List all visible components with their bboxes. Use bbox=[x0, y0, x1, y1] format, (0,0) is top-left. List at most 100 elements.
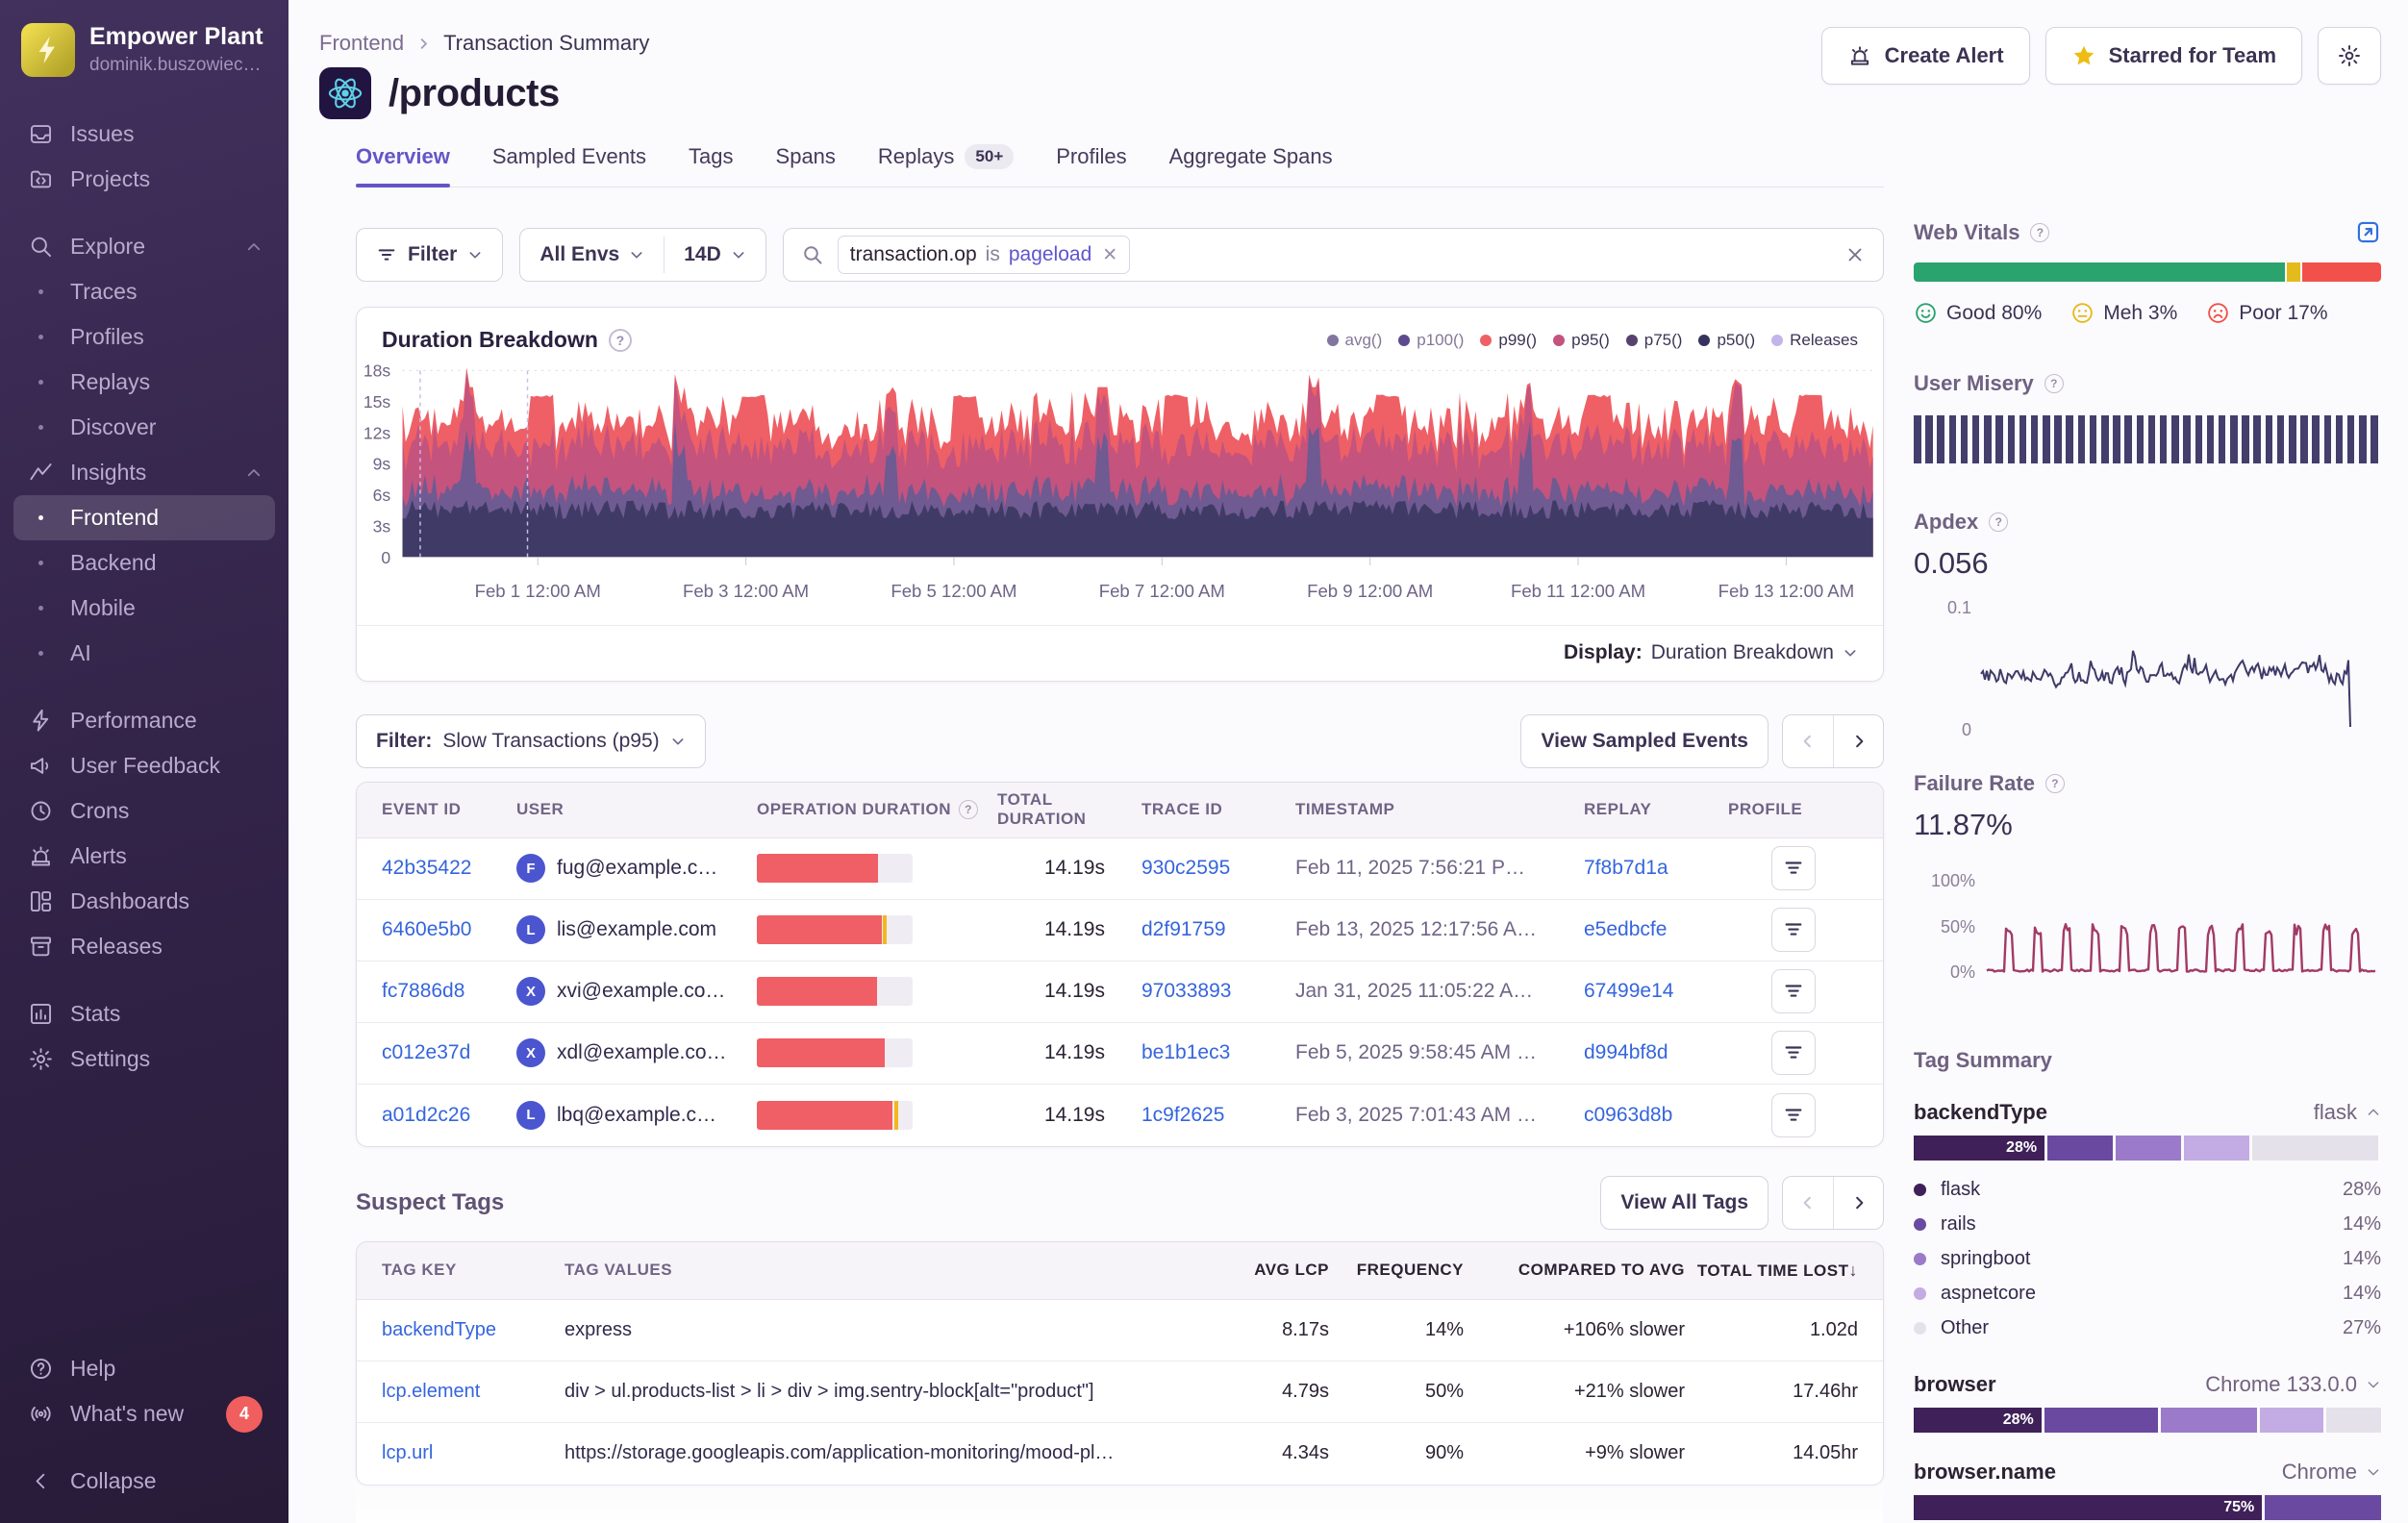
sidebar-item-projects[interactable]: Projects bbox=[13, 157, 275, 202]
tab-replays[interactable]: Replays50+ bbox=[878, 144, 1014, 187]
replay-id-link[interactable]: c0963d8b bbox=[1584, 1104, 1672, 1126]
trace-id-link[interactable]: 930c2595 bbox=[1141, 857, 1230, 879]
create-alert-button[interactable]: Create Alert bbox=[1821, 27, 2030, 85]
tag-selected-value[interactable]: Chrome bbox=[2282, 1460, 2381, 1485]
sidebar-item-collapse[interactable]: Collapse bbox=[13, 1459, 275, 1504]
sidebar-item-user-feedback[interactable]: User Feedback bbox=[13, 743, 275, 788]
next-page-button[interactable] bbox=[1833, 1177, 1883, 1229]
sidebar-item-traces[interactable]: Traces bbox=[13, 269, 275, 314]
search-filter-token[interactable]: transaction.op is pageload ✕ bbox=[838, 236, 1130, 274]
legend-item-p75[interactable]: p75() bbox=[1626, 331, 1683, 350]
search-input[interactable]: transaction.op is pageload ✕ bbox=[783, 228, 1884, 282]
sidebar-item-mobile[interactable]: Mobile bbox=[13, 586, 275, 631]
view-sampled-events-button[interactable]: View Sampled Events bbox=[1520, 714, 1768, 768]
tag-value-row[interactable]: Other27% bbox=[1914, 1311, 2381, 1345]
event-id-link[interactable]: c012e37d bbox=[382, 1041, 470, 1063]
event-id-link[interactable]: a01d2c26 bbox=[382, 1104, 470, 1126]
profile-button[interactable] bbox=[1771, 1031, 1816, 1075]
tag-value-row[interactable]: aspnetcore14% bbox=[1914, 1276, 2381, 1311]
legend-item-p50[interactable]: p50() bbox=[1698, 331, 1755, 350]
profile-button[interactable] bbox=[1771, 1093, 1816, 1137]
tag-distribution-bar[interactable]: 28% bbox=[1914, 1408, 2381, 1433]
trace-id-link[interactable]: be1b1ec3 bbox=[1141, 1041, 1230, 1063]
legend-item-p99[interactable]: p99() bbox=[1480, 331, 1537, 350]
sidebar-item-help[interactable]: Help bbox=[13, 1346, 275, 1391]
legend-item-p100[interactable]: p100() bbox=[1398, 331, 1464, 350]
sidebar-item-backend[interactable]: Backend bbox=[13, 540, 275, 586]
sidebar-item-dashboards[interactable]: Dashboards bbox=[13, 879, 275, 924]
tab-aggregate-spans[interactable]: Aggregate Spans bbox=[1169, 144, 1333, 187]
tag-value-row[interactable]: rails14% bbox=[1914, 1207, 2381, 1241]
filter-dropdown[interactable]: Filter bbox=[356, 228, 503, 282]
display-selector[interactable]: Duration Breakdown bbox=[1651, 641, 1858, 664]
sidebar-item-insights[interactable]: Insights bbox=[13, 450, 275, 495]
tag-group-header[interactable]: backendTypeflask bbox=[1914, 1100, 2381, 1125]
tag-key-link[interactable]: lcp.element bbox=[382, 1381, 480, 1402]
sidebar-item-replays[interactable]: Replays bbox=[13, 360, 275, 405]
sidebar-item-crons[interactable]: Crons bbox=[13, 788, 275, 834]
replay-id-link[interactable]: e5edbcfe bbox=[1584, 918, 1667, 940]
tag-group-header[interactable]: browserChrome 133.0.0 bbox=[1914, 1372, 2381, 1397]
open-web-vitals-icon[interactable] bbox=[2355, 219, 2381, 245]
trace-id-link[interactable]: 1c9f2625 bbox=[1141, 1104, 1224, 1126]
profile-button[interactable] bbox=[1771, 969, 1816, 1013]
help-icon[interactable] bbox=[2045, 774, 2065, 793]
tab-sampled-events[interactable]: Sampled Events bbox=[492, 144, 646, 187]
tab-overview[interactable]: Overview bbox=[356, 144, 450, 187]
sidebar-item-frontend[interactable]: Frontend bbox=[13, 495, 275, 540]
org-switcher[interactable]: Empower Plant dominik.buszowiec… bbox=[0, 23, 288, 77]
legend-item-p95[interactable]: p95() bbox=[1553, 331, 1610, 350]
sidebar-item-discover[interactable]: Discover bbox=[13, 405, 275, 450]
help-icon[interactable] bbox=[2044, 374, 2064, 393]
sidebar-item-alerts[interactable]: Alerts bbox=[13, 834, 275, 879]
web-vitals-bar[interactable] bbox=[1914, 262, 2381, 282]
tab-profiles[interactable]: Profiles bbox=[1056, 144, 1126, 187]
sidebar-item-performance[interactable]: Performance bbox=[13, 698, 275, 743]
date-range-selector[interactable]: 14D bbox=[665, 229, 765, 281]
profile-button[interactable] bbox=[1771, 908, 1816, 952]
next-page-button[interactable] bbox=[1833, 715, 1883, 767]
tag-value-row[interactable]: springboot14% bbox=[1914, 1241, 2381, 1276]
sidebar-item-what-s-new[interactable]: What's new4 bbox=[13, 1391, 275, 1436]
sidebar-item-explore[interactable]: Explore bbox=[13, 224, 275, 269]
trace-id-link[interactable]: d2f91759 bbox=[1141, 918, 1226, 940]
transactions-filter-dropdown[interactable]: Filter: Slow Transactions (p95) bbox=[356, 714, 706, 768]
sidebar-item-issues[interactable]: Issues bbox=[13, 112, 275, 157]
replay-id-link[interactable]: d994bf8d bbox=[1584, 1041, 1668, 1063]
legend-item-Releases[interactable]: Releases bbox=[1771, 331, 1858, 350]
tag-distribution-bar[interactable]: 28% bbox=[1914, 1136, 2381, 1161]
legend-item-avg[interactable]: avg() bbox=[1327, 331, 1383, 350]
event-id-link[interactable]: 42b35422 bbox=[382, 857, 471, 879]
profile-button[interactable] bbox=[1771, 846, 1816, 890]
prev-page-button[interactable] bbox=[1783, 715, 1833, 767]
help-icon[interactable] bbox=[1989, 512, 2008, 532]
breadcrumb-frontend[interactable]: Frontend bbox=[319, 31, 404, 56]
event-id-link[interactable]: 6460e5b0 bbox=[382, 918, 471, 940]
search-clear-icon[interactable] bbox=[1844, 244, 1866, 265]
sort-desc-icon[interactable]: ↓ bbox=[1849, 1261, 1859, 1280]
apdex-chart[interactable]: 0.10 bbox=[1914, 585, 2381, 746]
sidebar-item-settings[interactable]: Settings bbox=[13, 1036, 275, 1082]
tab-tags[interactable]: Tags bbox=[689, 144, 733, 187]
environment-selector[interactable]: All Envs bbox=[520, 229, 664, 281]
replay-id-link[interactable]: 67499e14 bbox=[1584, 980, 1673, 1002]
tab-spans[interactable]: Spans bbox=[776, 144, 836, 187]
starred-for-team-button[interactable]: Starred for Team bbox=[2045, 27, 2302, 85]
user-misery-chart[interactable] bbox=[1914, 415, 2381, 463]
tag-selected-value[interactable]: flask bbox=[2314, 1100, 2381, 1125]
tag-key-link[interactable]: lcp.url bbox=[382, 1442, 433, 1463]
tag-distribution-bar[interactable]: 75% bbox=[1914, 1495, 2381, 1520]
view-all-tags-button[interactable]: View All Tags bbox=[1600, 1176, 1768, 1230]
token-remove-icon[interactable]: ✕ bbox=[1102, 244, 1117, 266]
sidebar-item-releases[interactable]: Releases bbox=[13, 924, 275, 969]
replay-id-link[interactable]: 7f8b7d1a bbox=[1584, 857, 1668, 879]
tag-key-link[interactable]: backendType bbox=[382, 1319, 496, 1340]
prev-page-button[interactable] bbox=[1783, 1177, 1833, 1229]
help-icon[interactable] bbox=[2030, 223, 2049, 242]
sidebar-item-stats[interactable]: Stats bbox=[13, 991, 275, 1036]
help-icon[interactable] bbox=[959, 800, 978, 819]
tag-group-header[interactable]: browser.nameChrome bbox=[1914, 1460, 2381, 1485]
sidebar-item-ai[interactable]: AI bbox=[13, 631, 275, 676]
trace-id-link[interactable]: 97033893 bbox=[1141, 980, 1231, 1002]
failure-rate-chart[interactable]: 100%50%0% bbox=[1914, 846, 2381, 998]
